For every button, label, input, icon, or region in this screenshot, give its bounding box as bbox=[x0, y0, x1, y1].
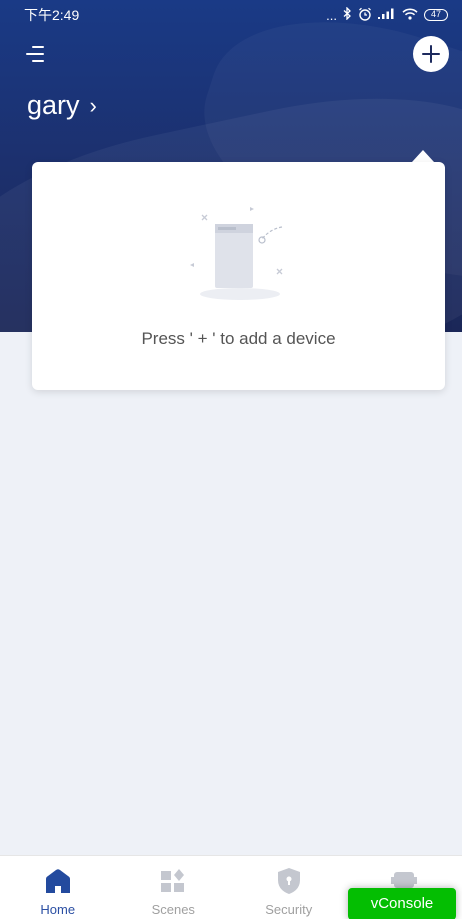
menu-icon[interactable] bbox=[26, 44, 50, 64]
signal-icon bbox=[378, 8, 396, 23]
tab-security[interactable]: Security bbox=[231, 856, 347, 919]
vconsole-button[interactable]: vConsole bbox=[348, 888, 456, 919]
status-dots: ... bbox=[326, 7, 337, 23]
card-pointer bbox=[412, 150, 434, 162]
add-device-button[interactable] bbox=[413, 36, 449, 72]
shield-icon bbox=[274, 866, 304, 896]
tab-scenes[interactable]: Scenes bbox=[116, 856, 232, 919]
home-icon bbox=[43, 866, 73, 896]
chevron-right-icon: › bbox=[89, 92, 97, 118]
wifi-icon bbox=[402, 8, 418, 23]
alarm-icon bbox=[358, 7, 372, 24]
bluetooth-icon bbox=[343, 6, 352, 23]
home-selector[interactable]: gary › bbox=[27, 90, 97, 121]
empty-device-illustration bbox=[190, 207, 283, 300]
status-icons: ... 47 bbox=[326, 6, 448, 24]
empty-state-text: Press ' + ' to add a device bbox=[141, 329, 336, 348]
tab-home-label: Home bbox=[40, 902, 76, 917]
tab-home[interactable]: Home bbox=[0, 856, 116, 919]
battery-icon: 47 bbox=[424, 9, 448, 21]
tab-scenes-label: Scenes bbox=[151, 902, 195, 917]
status-bar: 下午2:49 ... 47 bbox=[0, 0, 462, 30]
empty-devices-card: Press ' + ' to add a device bbox=[32, 162, 445, 390]
status-time: 下午2:49 bbox=[24, 7, 80, 23]
scenes-icon bbox=[158, 866, 188, 896]
home-name-label: gary bbox=[27, 90, 80, 120]
tab-security-label: Security bbox=[265, 902, 313, 917]
